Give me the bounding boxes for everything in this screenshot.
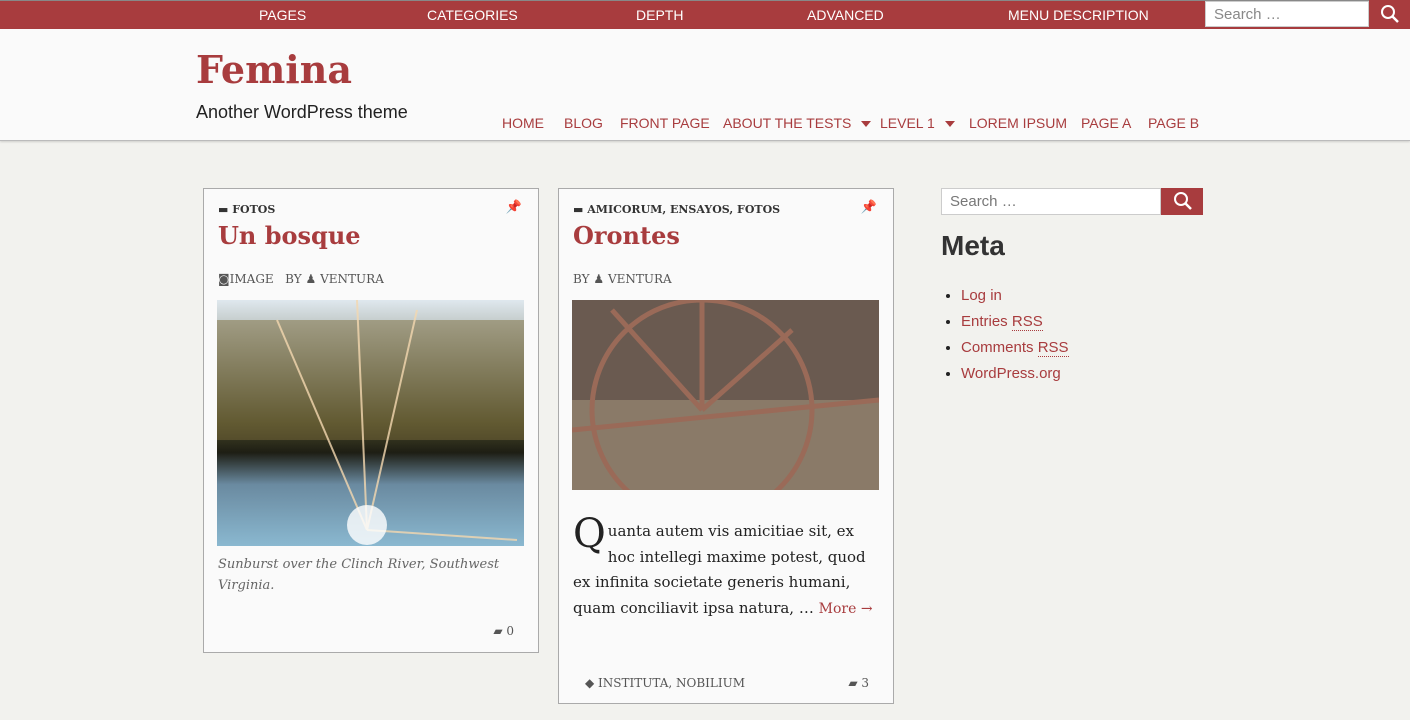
by-label: BY bbox=[573, 272, 590, 286]
pin-icon: 📌 bbox=[860, 199, 877, 214]
comment-count: 0 bbox=[506, 624, 514, 638]
link-text: WordPress.org bbox=[961, 365, 1061, 382]
post-image-rusty-wheel[interactable] bbox=[572, 300, 879, 490]
nav-label: ABOUT THE TESTS bbox=[723, 115, 852, 131]
comment-count: 3 bbox=[861, 676, 869, 690]
post-image-forest-river[interactable] bbox=[217, 300, 524, 546]
top-search-input[interactable]: Search … bbox=[1205, 1, 1369, 27]
category-link[interactable]: FOTOS bbox=[232, 203, 275, 216]
author-link[interactable]: VENTURA bbox=[608, 272, 672, 286]
link-text: Comments bbox=[961, 339, 1038, 356]
image-caption: Sunburst over the Clinch River, Southwes… bbox=[218, 557, 500, 593]
meta-link-entries-rss[interactable]: Entries RSS bbox=[961, 309, 1069, 335]
post-meta: BY ♟ VENTURA bbox=[573, 272, 672, 286]
post-excerpt: Quanta autem vis amicitiae sit, ex hoc i… bbox=[573, 511, 873, 622]
meta-link-comments-rss[interactable]: Comments RSS bbox=[961, 335, 1069, 361]
dropcap: Q bbox=[573, 511, 606, 557]
site-header: Femina Another WordPress theme HOME BLOG… bbox=[0, 29, 1410, 141]
post-card: ▬ FOTOS 📌 Un bosque ◙IMAGE BY ♟ VENTURA … bbox=[203, 188, 539, 653]
post-meta: ◙IMAGE BY ♟ VENTURA bbox=[218, 272, 384, 286]
top-menu-advanced[interactable]: ADVANCED bbox=[807, 7, 884, 23]
nav-level-1[interactable]: LEVEL 1 bbox=[880, 115, 955, 131]
meta-link-login[interactable]: Log in bbox=[961, 283, 1069, 309]
top-search-button[interactable] bbox=[1369, 0, 1410, 29]
comments-link[interactable]: ▰ 0 bbox=[493, 624, 514, 638]
user-icon: ♟ bbox=[305, 272, 317, 286]
post-categories: ▬ FOTOS bbox=[218, 203, 275, 216]
read-more-link[interactable]: More → bbox=[819, 601, 873, 617]
comments-link[interactable]: ▰ 3 bbox=[848, 676, 869, 690]
meta-links: Log in Entries RSS Comments RSS WordPres… bbox=[961, 283, 1069, 387]
top-menu-menu-description[interactable]: MENU DESCRIPTION bbox=[1008, 7, 1149, 23]
search-icon bbox=[1174, 192, 1192, 210]
rss-abbr: RSS bbox=[1011, 313, 1043, 331]
user-icon: ♟ bbox=[593, 272, 605, 286]
post-title[interactable]: Un bosque bbox=[218, 221, 361, 250]
top-menu-pages[interactable]: PAGES bbox=[259, 7, 306, 23]
link-text: Log in bbox=[961, 287, 1002, 304]
nav-blog[interactable]: BLOG bbox=[564, 115, 603, 131]
comment-icon: ▰ bbox=[493, 624, 507, 638]
nav-page-b[interactable]: PAGE B bbox=[1148, 115, 1199, 131]
tag-icon: ◆ bbox=[585, 676, 599, 690]
sidebar-search-input[interactable]: Search … bbox=[941, 188, 1161, 215]
pin-icon: 📌 bbox=[505, 199, 522, 214]
camera-icon: ◙ bbox=[218, 272, 230, 286]
comment-icon: ▰ bbox=[848, 676, 862, 690]
nav-label: LEVEL 1 bbox=[880, 115, 935, 131]
top-menu-bar: PAGES CATEGORIES DEPTH ADVANCED MENU DES… bbox=[0, 0, 1410, 29]
category-links[interactable]: AMICORUM, ENSAYOS, FOTOS bbox=[587, 203, 780, 216]
caret-down-icon bbox=[861, 121, 872, 128]
post-title[interactable]: Orontes bbox=[573, 221, 680, 250]
nav-page-a[interactable]: PAGE A bbox=[1081, 115, 1131, 131]
top-menu-categories[interactable]: CATEGORIES bbox=[427, 7, 518, 23]
search-icon bbox=[1381, 5, 1399, 23]
sidebar-search-button[interactable] bbox=[1161, 188, 1203, 215]
post-categories: ▬ AMICORUM, ENSAYOS, FOTOS bbox=[573, 203, 780, 216]
meta-widget-title: Meta bbox=[941, 230, 1005, 261]
folder-icon: ▬ bbox=[573, 203, 588, 216]
tag-links[interactable]: INSTITUTA, NOBILIUM bbox=[598, 676, 745, 690]
caret-down-icon bbox=[944, 121, 955, 128]
rss-abbr: RSS bbox=[1037, 339, 1069, 357]
nav-about-the-tests[interactable]: ABOUT THE TESTS bbox=[723, 115, 872, 131]
site-tagline: Another WordPress theme bbox=[196, 102, 408, 122]
top-menu-depth[interactable]: DEPTH bbox=[636, 7, 683, 23]
post-card: ▬ AMICORUM, ENSAYOS, FOTOS 📌 Orontes BY … bbox=[558, 188, 894, 704]
folder-icon: ▬ bbox=[218, 203, 233, 216]
post-format[interactable]: IMAGE bbox=[230, 272, 274, 286]
link-text: Entries bbox=[961, 313, 1012, 330]
meta-link-wordpress-org[interactable]: WordPress.org bbox=[961, 361, 1069, 387]
site-title[interactable]: Femina bbox=[196, 47, 352, 92]
post-tags: ◆ INSTITUTA, NOBILIUM bbox=[585, 676, 745, 690]
nav-lorem-ipsum[interactable]: LOREM IPSUM bbox=[969, 115, 1067, 131]
author-link[interactable]: VENTURA bbox=[320, 272, 384, 286]
by-label: BY bbox=[285, 272, 302, 286]
nav-home[interactable]: HOME bbox=[502, 115, 544, 131]
nav-front-page[interactable]: FRONT PAGE bbox=[620, 115, 710, 131]
